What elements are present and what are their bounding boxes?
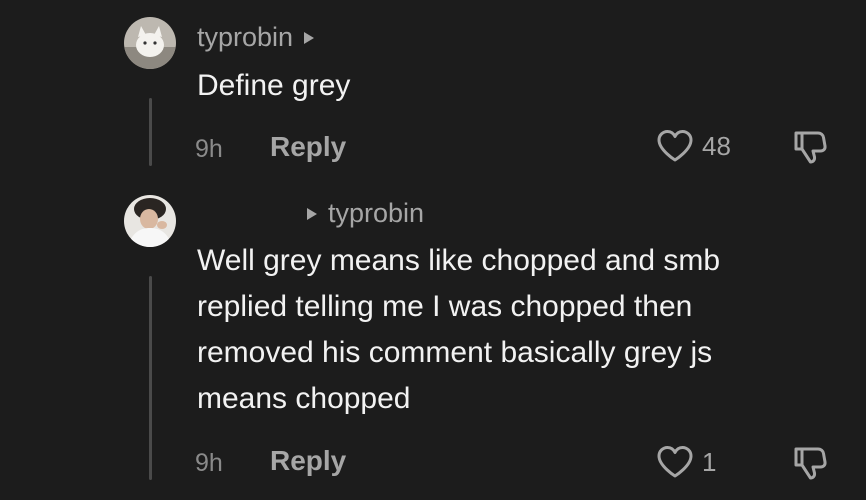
thread-line <box>149 98 152 166</box>
play-triangle-icon <box>303 31 315 45</box>
reply-to-author[interactable]: typrobin <box>306 198 424 229</box>
comment-author[interactable]: typrobin <box>197 22 315 53</box>
thumbs-down-icon <box>794 131 827 164</box>
heart-icon <box>657 130 693 162</box>
dislike-button[interactable] <box>791 128 829 171</box>
reply-button[interactable]: Reply <box>270 445 346 477</box>
thread-line <box>149 276 152 480</box>
dislike-button[interactable] <box>791 444 829 487</box>
heart-icon <box>657 446 693 478</box>
play-triangle-icon <box>306 207 318 221</box>
avatar-replier[interactable] <box>124 195 176 247</box>
comment-text: Well grey means like chopped and smb rep… <box>197 244 721 415</box>
thumbs-down-icon <box>794 447 827 480</box>
reply-button[interactable]: Reply <box>270 131 346 163</box>
reply-to-label: typrobin <box>328 198 425 228</box>
avatar-typrobin[interactable] <box>124 17 176 69</box>
like-count: 48 <box>702 130 731 161</box>
comment-time: 9h <box>195 135 223 163</box>
comment-text: Define grey <box>197 69 351 102</box>
comment-time: 9h <box>195 449 223 477</box>
like-button[interactable]: 48 <box>656 129 731 163</box>
username-label: typrobin <box>197 22 294 52</box>
like-button[interactable]: 1 <box>656 445 716 479</box>
like-count: 1 <box>702 446 717 477</box>
comments-thread: typrobin Define grey 9h Reply 48 typrobi… <box>0 0 866 500</box>
